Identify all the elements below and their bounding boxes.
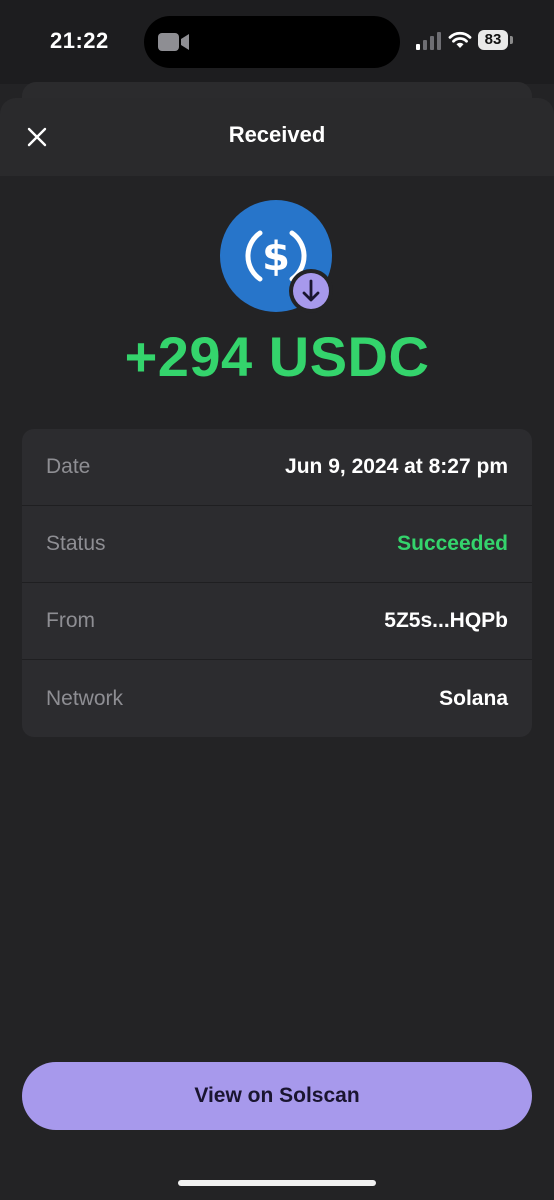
page-title: Received: [228, 122, 326, 147]
detail-value: Jun 9, 2024 at 8:27 pm: [285, 455, 508, 478]
svg-text:$: $: [262, 234, 290, 280]
cellular-signal-icon: [416, 32, 441, 50]
detail-label: Date: [46, 455, 91, 478]
arrow-down-icon: [289, 269, 333, 313]
detail-row-network: Network Solana: [22, 660, 532, 737]
sender-address[interactable]: 5Z5s...HQPb: [384, 609, 508, 633]
transaction-sheet: Received $ +294 USDC Date Jun 9, 2024 at…: [0, 98, 554, 1200]
battery-tip: [510, 36, 513, 44]
dynamic-island: [144, 16, 400, 68]
battery-indicator: 83: [478, 30, 508, 50]
detail-row-status: Status Succeeded: [22, 506, 532, 583]
detail-value: Solana: [439, 686, 508, 710]
video-camera-icon: [158, 33, 189, 51]
usdc-token-icon: $: [220, 200, 333, 313]
status-time: 21:22: [50, 28, 109, 53]
detail-row-from[interactable]: From 5Z5s...HQPb: [22, 583, 532, 660]
sheet-header: Received: [0, 98, 554, 176]
amount-received: +294 USDC: [124, 325, 430, 388]
detail-row-date: Date Jun 9, 2024 at 8:27 pm: [22, 429, 532, 506]
status-bar: 21:22 83: [0, 0, 554, 84]
transaction-details-card: Date Jun 9, 2024 at 8:27 pm Status Succe…: [22, 429, 532, 737]
wifi-icon: [448, 31, 472, 48]
view-on-solscan-button[interactable]: View on Solscan: [22, 1062, 532, 1130]
detail-label: From: [46, 609, 95, 632]
detail-label: Status: [46, 532, 106, 555]
detail-label: Network: [46, 686, 124, 710]
status-value: Succeeded: [397, 532, 508, 555]
home-indicator[interactable]: [178, 1180, 376, 1186]
